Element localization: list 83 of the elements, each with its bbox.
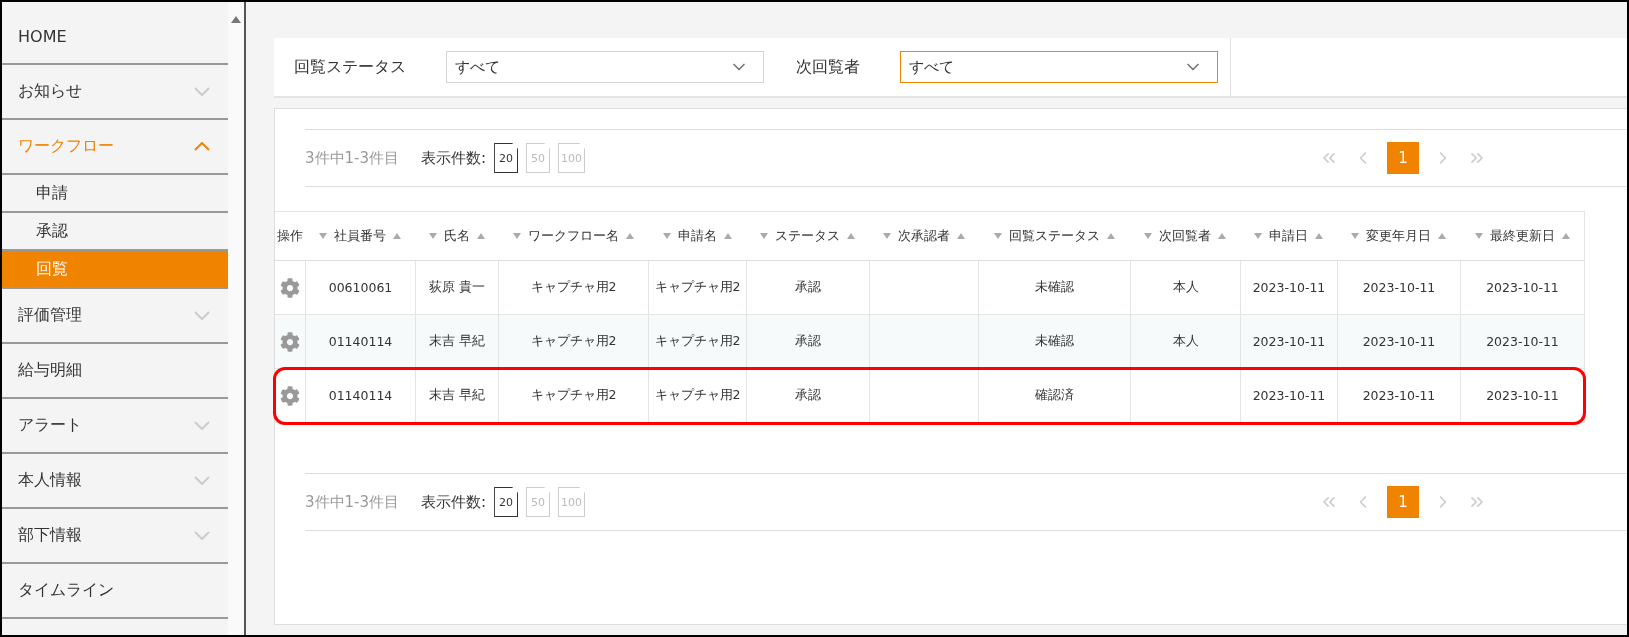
filter-select[interactable]: すべて — [446, 51, 764, 83]
filter-label: 次回覧者 — [796, 56, 860, 78]
table-cell: キャプチャ用2 — [654, 387, 741, 404]
column-header: 申請名 — [677, 227, 717, 245]
sort-ascending-icon[interactable] — [1218, 233, 1226, 239]
sort-descending-icon[interactable] — [760, 233, 768, 239]
column-header: ワークフロー名 — [527, 227, 619, 245]
sort-ascending-icon[interactable] — [1438, 233, 1446, 239]
sort-ascending-icon[interactable] — [1561, 233, 1570, 239]
table-cell: 承認 — [795, 387, 821, 404]
chevron-down-icon — [194, 476, 210, 485]
table-cell: 2023-10-11 — [1486, 388, 1559, 403]
table-cell: 2023-10-11 — [1362, 388, 1436, 403]
record-count: 3件中1-3件目 — [305, 148, 400, 168]
table-cell: キャプチャ用2 — [654, 279, 741, 296]
sort-descending-icon[interactable] — [1144, 233, 1152, 239]
filter-label: 回覧ステータス — [294, 56, 406, 78]
scroll-up-icon[interactable] — [231, 16, 241, 23]
table-cell: 2023-10-11 — [1252, 280, 1326, 295]
table-cell: 2023-10-11 — [1252, 334, 1326, 349]
sort-descending-icon[interactable] — [662, 233, 671, 239]
table-cell: 2023-10-11 — [1486, 334, 1559, 349]
page-size-option[interactable]: 20 — [494, 143, 519, 173]
settings-icon[interactable] — [280, 277, 300, 298]
table-cell: 未確認 — [1035, 333, 1074, 350]
table-cell: 01140114 — [328, 388, 393, 403]
table-cell: 2023-10-11 — [1486, 280, 1559, 295]
table-cell: 確認済 — [1035, 387, 1074, 404]
sort-ascending-icon[interactable] — [476, 233, 485, 239]
sort-ascending-icon[interactable] — [956, 233, 965, 239]
sort-descending-icon[interactable] — [319, 233, 327, 239]
column-header: ステータス — [775, 227, 840, 245]
table-cell: キャプチャ用2 — [530, 279, 617, 296]
sort-ascending-icon[interactable] — [1315, 233, 1323, 239]
table-cell: 承認 — [795, 333, 821, 350]
sort-ascending-icon[interactable] — [847, 233, 855, 239]
chevron-down-icon — [194, 421, 210, 430]
table-cell: 01140114 — [328, 334, 393, 349]
table-cell: キャプチャ用2 — [654, 333, 741, 350]
column-header: 操作 — [277, 227, 303, 245]
table-cell: 末吉 早紀 — [429, 333, 485, 350]
table-cell: キャプチャ用2 — [530, 387, 617, 404]
sort-descending-icon[interactable] — [1254, 233, 1262, 239]
table-cell: 本人 — [1172, 279, 1199, 296]
table-cell: 2023-10-11 — [1362, 334, 1436, 349]
sort-ascending-icon[interactable] — [1106, 233, 1115, 239]
settings-icon[interactable] — [280, 385, 300, 406]
table-cell: 未確認 — [1035, 279, 1074, 296]
sort-descending-icon[interactable] — [1351, 233, 1359, 239]
page-size-option[interactable]: 20 — [494, 487, 519, 517]
record-count: 3件中1-3件目 — [305, 492, 400, 512]
column-header: 社員番号 — [334, 227, 386, 245]
column-header: 氏名 — [443, 227, 470, 245]
chevron-up-icon — [194, 142, 210, 151]
sort-ascending-icon[interactable] — [723, 233, 732, 239]
table-cell: 荻原 貴一 — [429, 279, 485, 296]
sort-ascending-icon[interactable] — [625, 233, 634, 239]
sort-ascending-icon[interactable] — [393, 233, 401, 239]
table-cell: 00610061 — [328, 280, 393, 295]
column-header: 変更年月日 — [1366, 227, 1431, 245]
table-cell: 本人 — [1172, 333, 1199, 350]
table-cell: 承認 — [795, 279, 821, 296]
chevron-down-icon — [194, 311, 210, 320]
sort-descending-icon[interactable] — [428, 233, 437, 239]
column-header: 次回覧者 — [1159, 227, 1211, 245]
settings-icon[interactable] — [280, 331, 300, 352]
table-cell: キャプチャ用2 — [530, 333, 617, 350]
column-header: 次承認者 — [897, 227, 950, 245]
chevron-down-icon — [194, 531, 210, 540]
table-cell: 末吉 早紀 — [429, 387, 485, 404]
sort-descending-icon[interactable] — [993, 233, 1002, 239]
column-header: 回覧ステータス — [1008, 227, 1100, 245]
sort-descending-icon[interactable] — [1474, 233, 1483, 239]
filter-select[interactable]: すべて — [900, 51, 1218, 83]
page-size-label: 表示件数: — [421, 492, 487, 512]
sort-descending-icon[interactable] — [512, 233, 521, 239]
column-header: 最終更新日 — [1489, 227, 1555, 245]
sort-descending-icon[interactable] — [882, 233, 891, 239]
table-cell: 2023-10-11 — [1362, 280, 1436, 295]
table-cell: 2023-10-11 — [1252, 388, 1326, 403]
column-header: 申請日 — [1269, 227, 1308, 245]
page-size-label: 表示件数: — [421, 148, 487, 168]
chevron-down-icon — [194, 87, 210, 96]
